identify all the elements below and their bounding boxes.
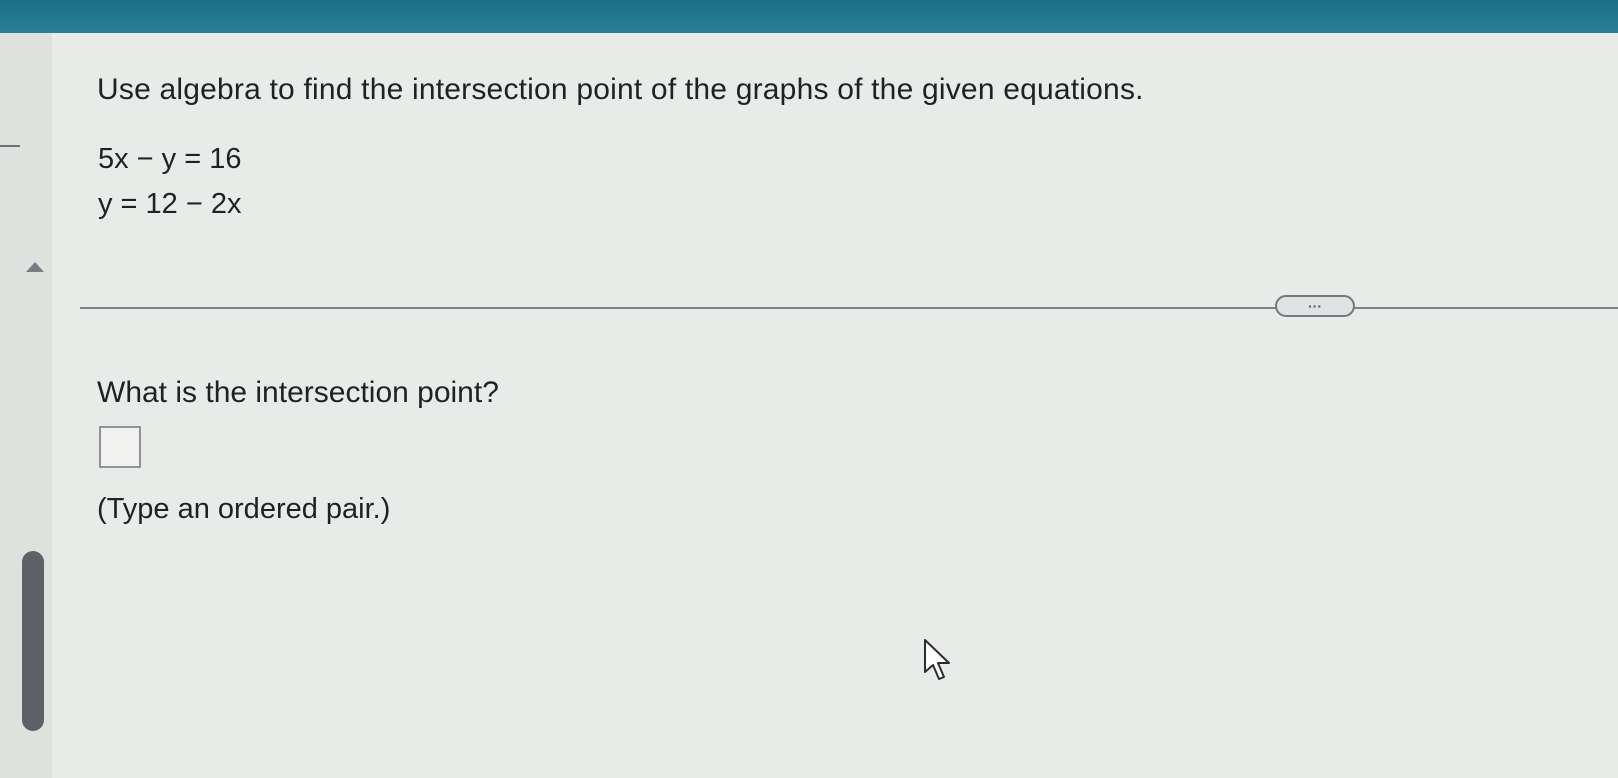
section-divider — [80, 307, 1618, 309]
answer-prompt: What is the intersection point? — [97, 376, 499, 409]
top-header-bar — [0, 0, 1618, 33]
question-panel: Use algebra to find the intersection poi… — [52, 33, 1618, 778]
question-instruction: Use algebra to find the intersection poi… — [97, 73, 1144, 106]
equation-2: y = 12 − 2x — [98, 188, 242, 220]
left-navigation-rail — [0, 33, 53, 778]
answer-input[interactable] — [99, 426, 141, 468]
triangle-up-icon[interactable] — [26, 262, 44, 272]
scrollbar-thumb[interactable] — [22, 551, 44, 731]
answer-format-hint: (Type an ordered pair.) — [97, 493, 391, 525]
more-options-button[interactable]: ··· — [1275, 295, 1355, 317]
rail-menu-dash[interactable] — [0, 145, 20, 147]
mouse-pointer-icon — [924, 639, 950, 680]
equation-1: 5x − y = 16 — [98, 143, 242, 175]
